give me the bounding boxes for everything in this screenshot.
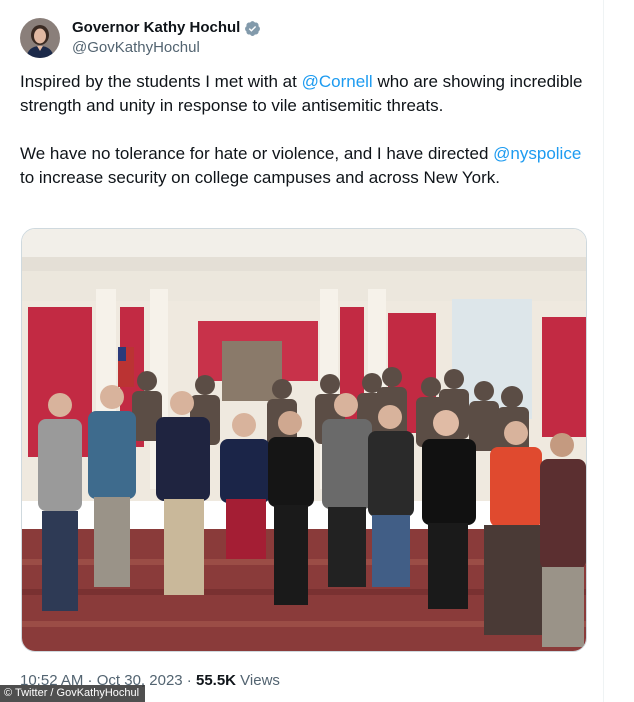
verified-badge-icon — [244, 20, 261, 37]
views-count: 55.5K — [195, 672, 237, 689]
group-photo-image — [22, 229, 586, 651]
tweet-paragraph-1: Inspired by the students I met with at @… — [20, 70, 590, 118]
tweet-text-segment: We have no tolerance for hate or violenc… — [20, 144, 494, 163]
tweet-header: Governor Kathy Hochul @GovKathyHochul — [20, 14, 261, 62]
column-divider — [603, 0, 604, 702]
tweet-paragraph-2: We have no tolerance for hate or violenc… — [20, 142, 590, 190]
mention-link-nyspolice[interactable]: @nyspolice — [493, 144, 581, 163]
tweet-card: Governor Kathy Hochul @GovKathyHochul In… — [0, 0, 634, 702]
author-display-name[interactable]: Governor Kathy Hochul — [72, 18, 240, 38]
tweet-text: Inspired by the students I met with at @… — [20, 70, 590, 214]
source-watermark: © Twitter / GovKathyHochul — [0, 685, 146, 702]
author-names: Governor Kathy Hochul @GovKathyHochul — [72, 18, 261, 58]
profile-photo-avatar-icon — [20, 18, 60, 58]
author-avatar[interactable] — [20, 18, 60, 58]
tweet-text-segment: to increase security on college campuses… — [20, 168, 501, 187]
tweet-text-segment: Inspired by the students I met with at — [20, 72, 302, 91]
tweet-photo[interactable] — [21, 228, 587, 652]
author-handle[interactable]: @GovKathyHochul — [72, 38, 261, 58]
views-label: Views — [236, 672, 280, 689]
meta-separator: · — [182, 672, 196, 689]
mention-link-cornell[interactable]: @Cornell — [302, 72, 373, 91]
